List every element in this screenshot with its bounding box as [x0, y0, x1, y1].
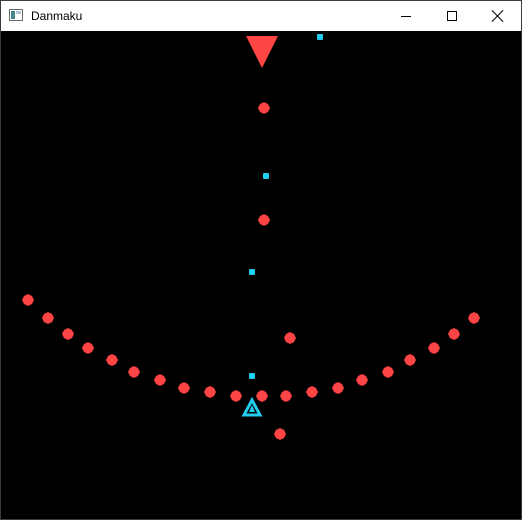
enemy-bullet	[178, 382, 190, 394]
player-bullet	[249, 269, 255, 275]
enemy-bullet	[258, 102, 270, 114]
enemy-bullet	[468, 312, 480, 324]
title-bar[interactable]: Danmaku	[1, 1, 521, 31]
enemy-bullet	[274, 428, 286, 440]
enemy-bullet	[42, 312, 54, 324]
app-window-icon[interactable]	[9, 9, 23, 21]
enemy-bullet	[356, 374, 368, 386]
enemy-bullet	[404, 354, 416, 366]
close-icon	[492, 10, 504, 22]
enemy-bullet	[258, 214, 270, 226]
enemy-bullet	[204, 386, 216, 398]
enemy-bullet	[448, 328, 460, 340]
player-bullet	[263, 173, 269, 179]
enemy-bullet	[306, 386, 318, 398]
game-canvas[interactable]	[1, 31, 521, 519]
enemy-bullet	[256, 390, 268, 402]
enemy-ship	[246, 36, 278, 68]
enemy-bullet	[62, 328, 74, 340]
enemy-bullet	[106, 354, 118, 366]
player-bullet	[249, 373, 255, 379]
enemy-bullet	[128, 366, 140, 378]
maximize-button[interactable]	[429, 1, 475, 31]
minimize-button[interactable]	[383, 1, 429, 31]
app-window: Danmaku	[0, 0, 522, 520]
enemy-bullet	[284, 332, 296, 344]
enemy-bullet	[22, 294, 34, 306]
maximize-icon	[447, 11, 457, 21]
minimize-icon	[401, 15, 411, 17]
enemy-bullet	[428, 342, 440, 354]
enemy-bullet	[280, 390, 292, 402]
game-scene	[22, 34, 480, 440]
window-title: Danmaku	[31, 9, 83, 23]
enemy-bullet	[332, 382, 344, 394]
enemy-bullet	[154, 374, 166, 386]
enemy-bullet	[82, 342, 94, 354]
close-button[interactable]	[475, 1, 521, 31]
enemy-bullet	[230, 390, 242, 402]
player-bullet	[317, 34, 323, 40]
enemy-bullet	[382, 366, 394, 378]
